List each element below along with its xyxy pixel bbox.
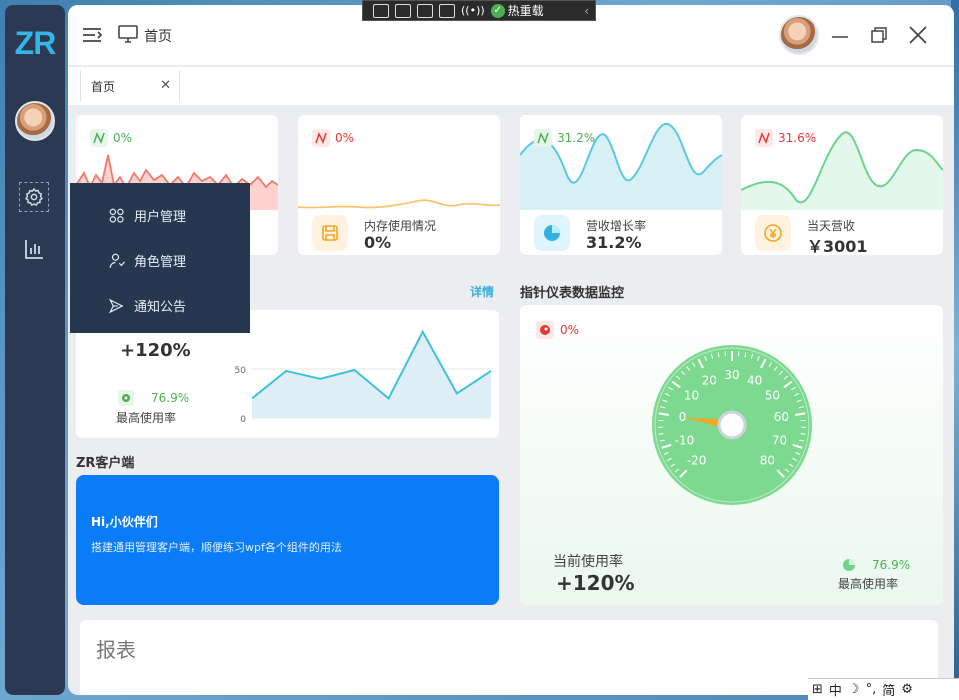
track-focus-icon[interactable]: [439, 3, 455, 18]
settings-submenu: 用户管理 角色管理 通知公告: [70, 183, 250, 333]
close-icon[interactable]: [908, 25, 928, 45]
stat-card-revenue-growth: 31.2% 营收增长率 31.2%: [520, 115, 722, 255]
moon-icon[interactable]: ☽: [848, 682, 860, 697]
app-logo: ZR: [14, 25, 57, 61]
display-adorners-icon[interactable]: [417, 3, 433, 18]
ime-toolbar: ⊞ 中 ☽ °, 简 ⚙: [808, 678, 959, 700]
gauge-badge-icon: [536, 321, 554, 339]
detail-link[interactable]: 详情: [470, 283, 494, 300]
gauge-tick-label: -20: [687, 453, 707, 467]
gauge-tick-label: 80: [760, 453, 775, 467]
user-avatar[interactable]: [779, 15, 819, 55]
save-disk-icon: [312, 215, 348, 251]
description-text: 搭建通用管理客户端，顺便练习wpf各个组件的用法: [91, 541, 342, 554]
gauge-section-title: 指针仪表数据监控: [520, 286, 625, 301]
client-banner: Hi,小伙伴们 搭建通用管理客户端，顺便练习wpf各个组件的用法: [76, 475, 499, 605]
stat-summary: 营收增长率 31.2%: [534, 215, 714, 255]
max-rate-label: 最高使用率: [116, 411, 177, 425]
trend-badge: 0%: [312, 129, 354, 147]
debug-toolbar: ((•)) ✓ 热重载 ‹: [362, 0, 596, 21]
yen-coin-icon: [755, 215, 791, 251]
trend-badge: 0%: [90, 129, 132, 147]
greeting-text: Hi,小伙伴们: [91, 515, 158, 529]
trend-badge: 31.2%: [534, 129, 595, 147]
minimize-icon[interactable]: [830, 25, 850, 45]
avatar[interactable]: [15, 101, 55, 141]
live-tree-icon[interactable]: [373, 3, 389, 18]
tab-home[interactable]: 首页 ✕: [80, 71, 180, 101]
gauge-tick-label: -10: [675, 433, 695, 447]
trend-icon: [90, 129, 108, 147]
trend-icon: [755, 129, 773, 147]
gauge-tick-label: 60: [774, 410, 789, 424]
gauge-tick-label: 70: [772, 433, 787, 447]
menu-item-role-management[interactable]: 角色管理: [70, 238, 250, 283]
y-tick-label: 0: [240, 415, 246, 425]
monitor-icon: [118, 25, 138, 43]
stat-label: 当天营收: [807, 219, 856, 233]
max-rate-value: 76.9%: [151, 391, 190, 405]
tab-close-icon[interactable]: ✕: [160, 78, 171, 93]
stat-summary: 内存使用情况 0%: [312, 215, 492, 255]
page-title: 首页: [144, 29, 172, 45]
megaphone-icon: [108, 298, 124, 313]
gauge-tick-label: 10: [684, 389, 699, 403]
tab-bar: 首页 ✕: [68, 67, 954, 105]
users-icon: [109, 208, 124, 223]
punctuation-icon[interactable]: °,: [866, 682, 877, 697]
settings-gear-icon[interactable]: ⚙: [901, 682, 913, 697]
max-rate-value: 76.9%: [872, 558, 911, 572]
restore-icon[interactable]: [869, 25, 889, 45]
pointer-gauge: -20 -10 0 1020 30 4050 60 70 80: [652, 345, 812, 505]
menu-item-user-management[interactable]: 用户管理: [70, 193, 250, 238]
usage-area-fill: [252, 331, 491, 418]
select-element-icon[interactable]: [395, 3, 411, 18]
gauge-card: 0% -20 -10 0 10 20 30 40 50 60 70 80 当前使用率 +120% 7…: [520, 305, 943, 605]
current-rate-label: 当前使用率: [553, 554, 623, 570]
trend-icon: [312, 129, 330, 147]
usage-area-chart: 50 0: [235, 329, 492, 425]
pie-chart-icon: [842, 557, 856, 571]
gauge-tick-label: 50: [765, 389, 780, 403]
menu-item-notice[interactable]: 通知公告: [70, 283, 250, 328]
gauge-tick-label: 20: [702, 373, 717, 387]
stat-card-memory: 0% 内存使用情况 0%: [298, 115, 500, 255]
sidebar: ZR: [5, 5, 65, 695]
collapse-chevron-icon[interactable]: ‹: [584, 4, 589, 18]
gauge-tick: [658, 433, 664, 435]
menu-toggle-icon[interactable]: [82, 27, 103, 43]
role-icon: [109, 253, 125, 268]
trend-badge: 31.6%: [755, 129, 816, 147]
settings-gear-icon[interactable]: [19, 182, 49, 212]
bar-chart-icon[interactable]: [22, 237, 46, 261]
report-title: 报表: [96, 638, 136, 662]
current-usage-value: +120%: [120, 340, 191, 361]
trend-icon: [534, 129, 552, 147]
check-icon: ✓: [490, 3, 505, 18]
gauge-badge: 0%: [536, 321, 579, 339]
keyboard-icon[interactable]: ⊞: [812, 682, 823, 697]
stat-value: ￥3001: [807, 237, 868, 255]
gauge-hub: [717, 410, 747, 440]
y-tick-label: 50: [235, 366, 247, 376]
gauge-tick: [800, 433, 806, 435]
stat-value: 31.2%: [586, 233, 642, 252]
gauge-tick-label: 30: [724, 368, 739, 382]
binding-icon[interactable]: ((•)): [461, 4, 485, 17]
cog-icon: [118, 390, 134, 406]
pie-chart-icon: [534, 215, 570, 251]
stat-label: 内存使用情况: [364, 219, 437, 233]
hot-reload-status[interactable]: ✓ 热重载: [490, 2, 544, 19]
stat-label: 营收增长率: [586, 219, 647, 233]
current-rate-value: +120%: [556, 571, 635, 595]
stat-card-daily-revenue: 31.6% 当天营收 ￥3001: [741, 115, 943, 255]
max-rate-label: 最高使用率: [838, 577, 899, 591]
client-section-title: ZR客户端: [76, 456, 135, 471]
gauge-tick-label: 0: [679, 410, 687, 424]
stat-summary: 当天营收 ￥3001: [755, 215, 935, 255]
gauge-tick-label: 40: [747, 373, 762, 387]
stat-value: 0%: [364, 233, 392, 252]
main-window: 首页 首页 ✕ 0% 0% 内存使用情况 0% 31.2% 营收增长率 31.2…: [68, 5, 954, 695]
